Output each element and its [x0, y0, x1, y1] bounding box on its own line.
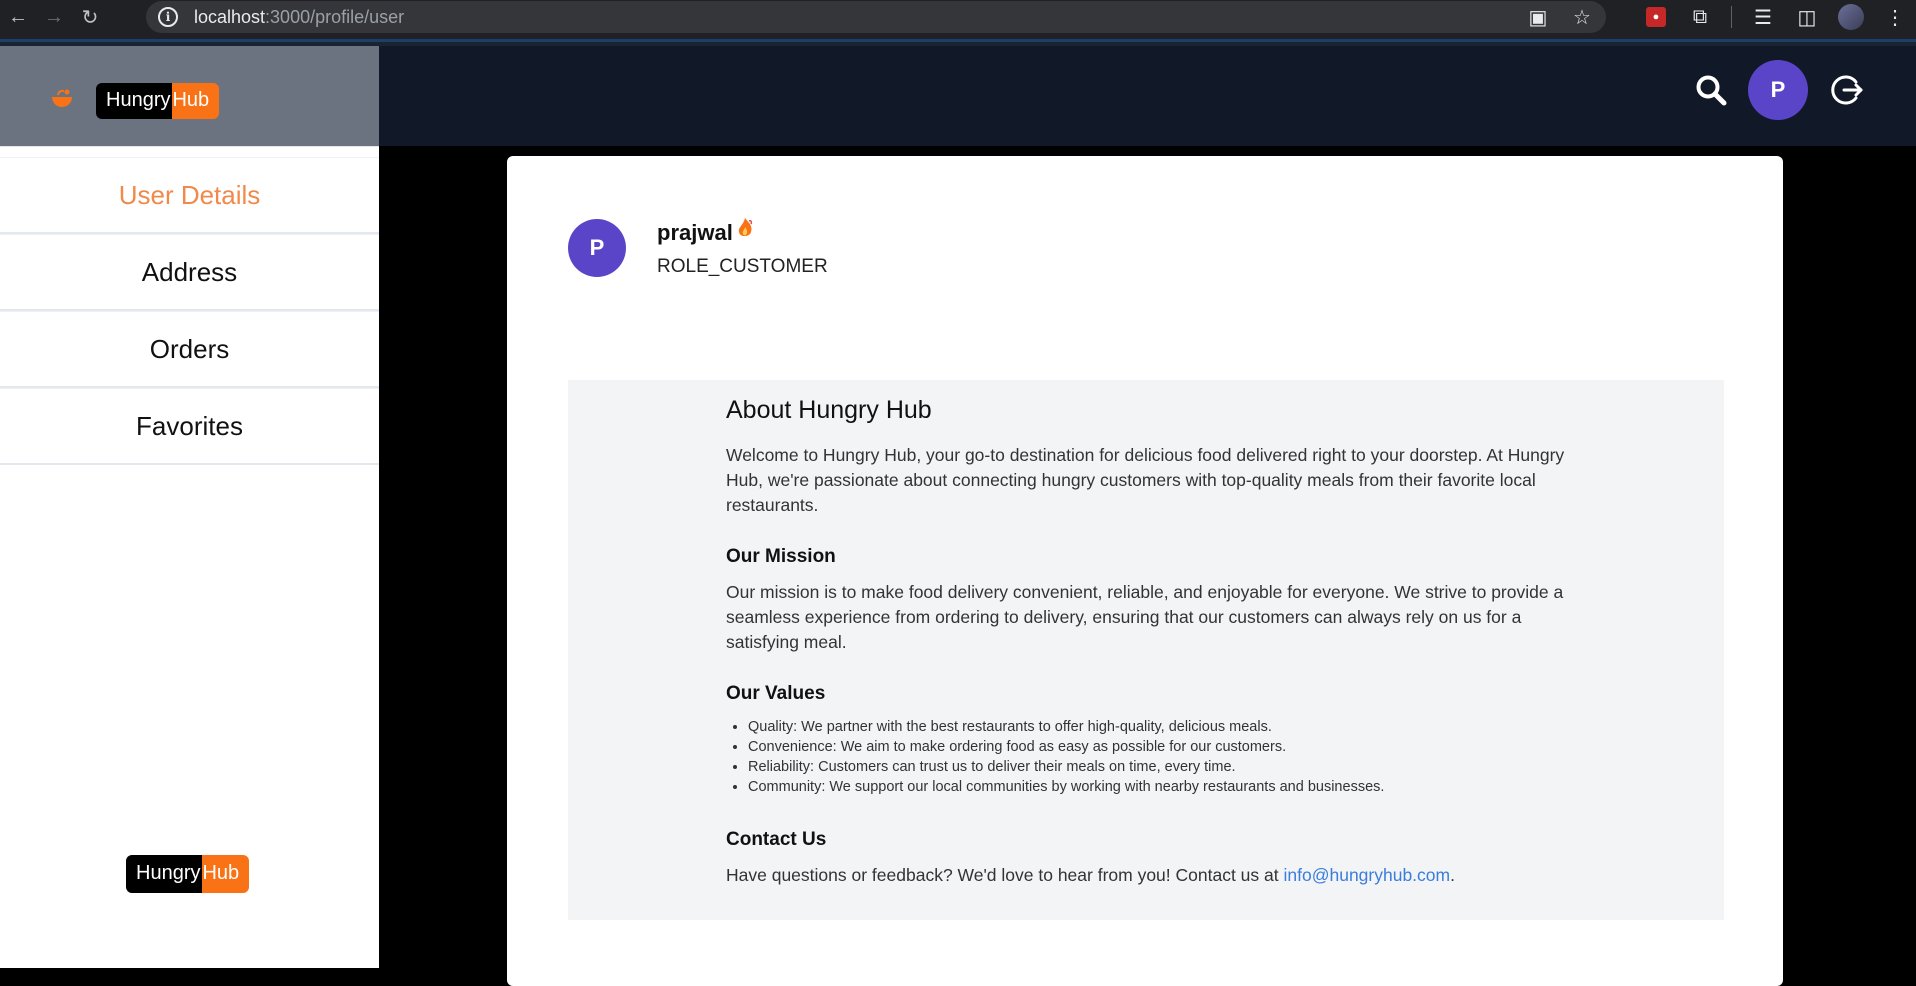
sidebar-item-address[interactable]: Address [0, 234, 379, 311]
user-avatar[interactable]: P [1748, 60, 1808, 120]
mission-heading: Our Mission [726, 546, 836, 567]
logo-area: Hungry Hub [0, 46, 379, 146]
toolbar-separator [1731, 6, 1732, 28]
values-heading: Our Values [726, 683, 826, 704]
site-info-icon[interactable]: i [158, 7, 178, 27]
browser-menu-icon[interactable]: ⋮ [1882, 4, 1908, 30]
sidebar-item-favorites[interactable]: Favorites [0, 388, 379, 465]
address-bar[interactable]: i localhost:3000/profile/user ▣ ☆ [146, 1, 1606, 33]
main-content: P prajwal ROLE_CUSTOMER About Hungry Hub… [379, 146, 1916, 986]
extensions-puzzle-icon[interactable]: ⧉ [1687, 4, 1713, 30]
profile-avatar: P [568, 219, 626, 277]
browser-toolbar: ← → ↻ i localhost:3000/profile/user ▣ ☆ … [0, 0, 1916, 34]
profile-role: ROLE_CUSTOMER [657, 256, 828, 277]
sidebar-item-orders[interactable]: Orders [0, 311, 379, 388]
bookmark-star-icon[interactable]: ☆ [1570, 5, 1594, 29]
contact-email-link[interactable]: info@hungryhub.com [1284, 865, 1451, 885]
url-text[interactable]: localhost:3000/profile/user [194, 7, 404, 28]
contact-heading: Contact Us [726, 829, 827, 850]
back-icon[interactable]: ← [0, 0, 36, 34]
bottom-strip [0, 964, 379, 968]
food-bowl-icon [52, 89, 72, 107]
about-section: About Hungry Hub Welcome to Hungry Hub, … [568, 380, 1724, 920]
logout-icon[interactable] [1828, 72, 1864, 108]
about-intro: Welcome to Hungry Hub, your go-to destin… [726, 445, 1565, 515]
list-item: Quality: We partner with the best restau… [748, 717, 1724, 737]
browser-profile-avatar[interactable] [1838, 4, 1864, 30]
flame-icon [738, 218, 752, 237]
app-header: Hungry Hub P [0, 46, 1916, 146]
forward-icon[interactable]: → [36, 0, 72, 34]
about-title: About Hungry Hub [726, 396, 932, 424]
media-queue-icon[interactable]: ☰ [1750, 4, 1776, 30]
mission-text: Our mission is to make food delivery con… [726, 582, 1564, 652]
search-icon[interactable] [1694, 73, 1728, 107]
contact-text: Have questions or feedback? We'd love to… [726, 865, 1455, 885]
extension-red-icon[interactable]: ● [1643, 4, 1669, 30]
reload-icon[interactable]: ↻ [72, 0, 108, 34]
sidebar-brand-logo[interactable]: Hungry Hub [126, 855, 250, 893]
sidebar: User Details Address Orders Favorites Hu… [0, 146, 379, 968]
loading-bar [0, 34, 1916, 46]
brand-logo[interactable]: Hungry Hub [96, 83, 220, 119]
profile-name-text: prajwal [657, 220, 733, 245]
values-list: Quality: We partner with the best restau… [726, 717, 1724, 797]
install-app-icon[interactable]: ▣ [1526, 5, 1550, 29]
list-item: Convenience: We aim to make ordering foo… [748, 737, 1724, 757]
sidebar-item-user-details[interactable]: User Details [0, 157, 379, 234]
side-panel-icon[interactable]: ◫ [1794, 4, 1820, 30]
profile-card: P prajwal ROLE_CUSTOMER About Hungry Hub… [507, 156, 1783, 986]
list-item: Community: We support our local communit… [748, 777, 1724, 797]
list-item: Reliability: Customers can trust us to d… [748, 757, 1724, 777]
profile-name: prajwal [657, 218, 755, 246]
